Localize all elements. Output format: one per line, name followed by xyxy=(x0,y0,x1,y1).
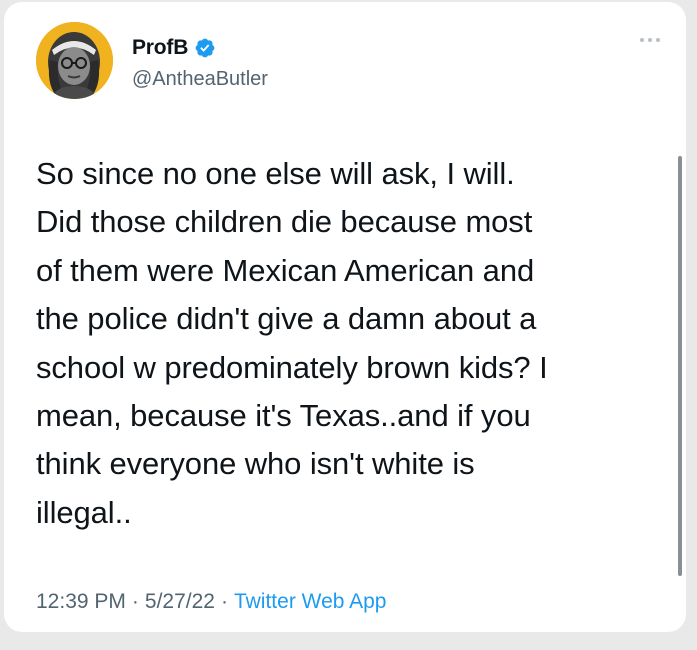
more-dot xyxy=(648,38,652,42)
meta-separator: · xyxy=(131,590,139,613)
tweet-source-link[interactable]: Twitter Web App xyxy=(234,590,387,614)
verified-badge-icon xyxy=(194,37,216,59)
more-options-icon[interactable] xyxy=(640,38,660,42)
tweet-text: So since no one else will ask, I will. D… xyxy=(36,156,548,530)
meta-separator: · xyxy=(220,590,228,613)
more-dot xyxy=(640,38,644,42)
tweet-time[interactable]: 12:39 PM xyxy=(36,590,126,614)
more-dot xyxy=(656,38,660,42)
display-name[interactable]: ProfB xyxy=(132,36,188,60)
tweet-meta: 12:39 PM · 5/27/22 · Twitter Web App xyxy=(36,590,387,614)
avatar-illustration-icon xyxy=(36,22,113,99)
author-name-row: ProfB xyxy=(132,36,216,60)
author-handle[interactable]: @AntheaButler xyxy=(132,68,268,91)
avatar[interactable] xyxy=(36,22,113,99)
scrollbar[interactable] xyxy=(678,156,682,576)
tweet-card: ProfB @AntheaButler So since no one else… xyxy=(4,2,686,632)
tweet-date[interactable]: 5/27/22 xyxy=(145,590,215,614)
